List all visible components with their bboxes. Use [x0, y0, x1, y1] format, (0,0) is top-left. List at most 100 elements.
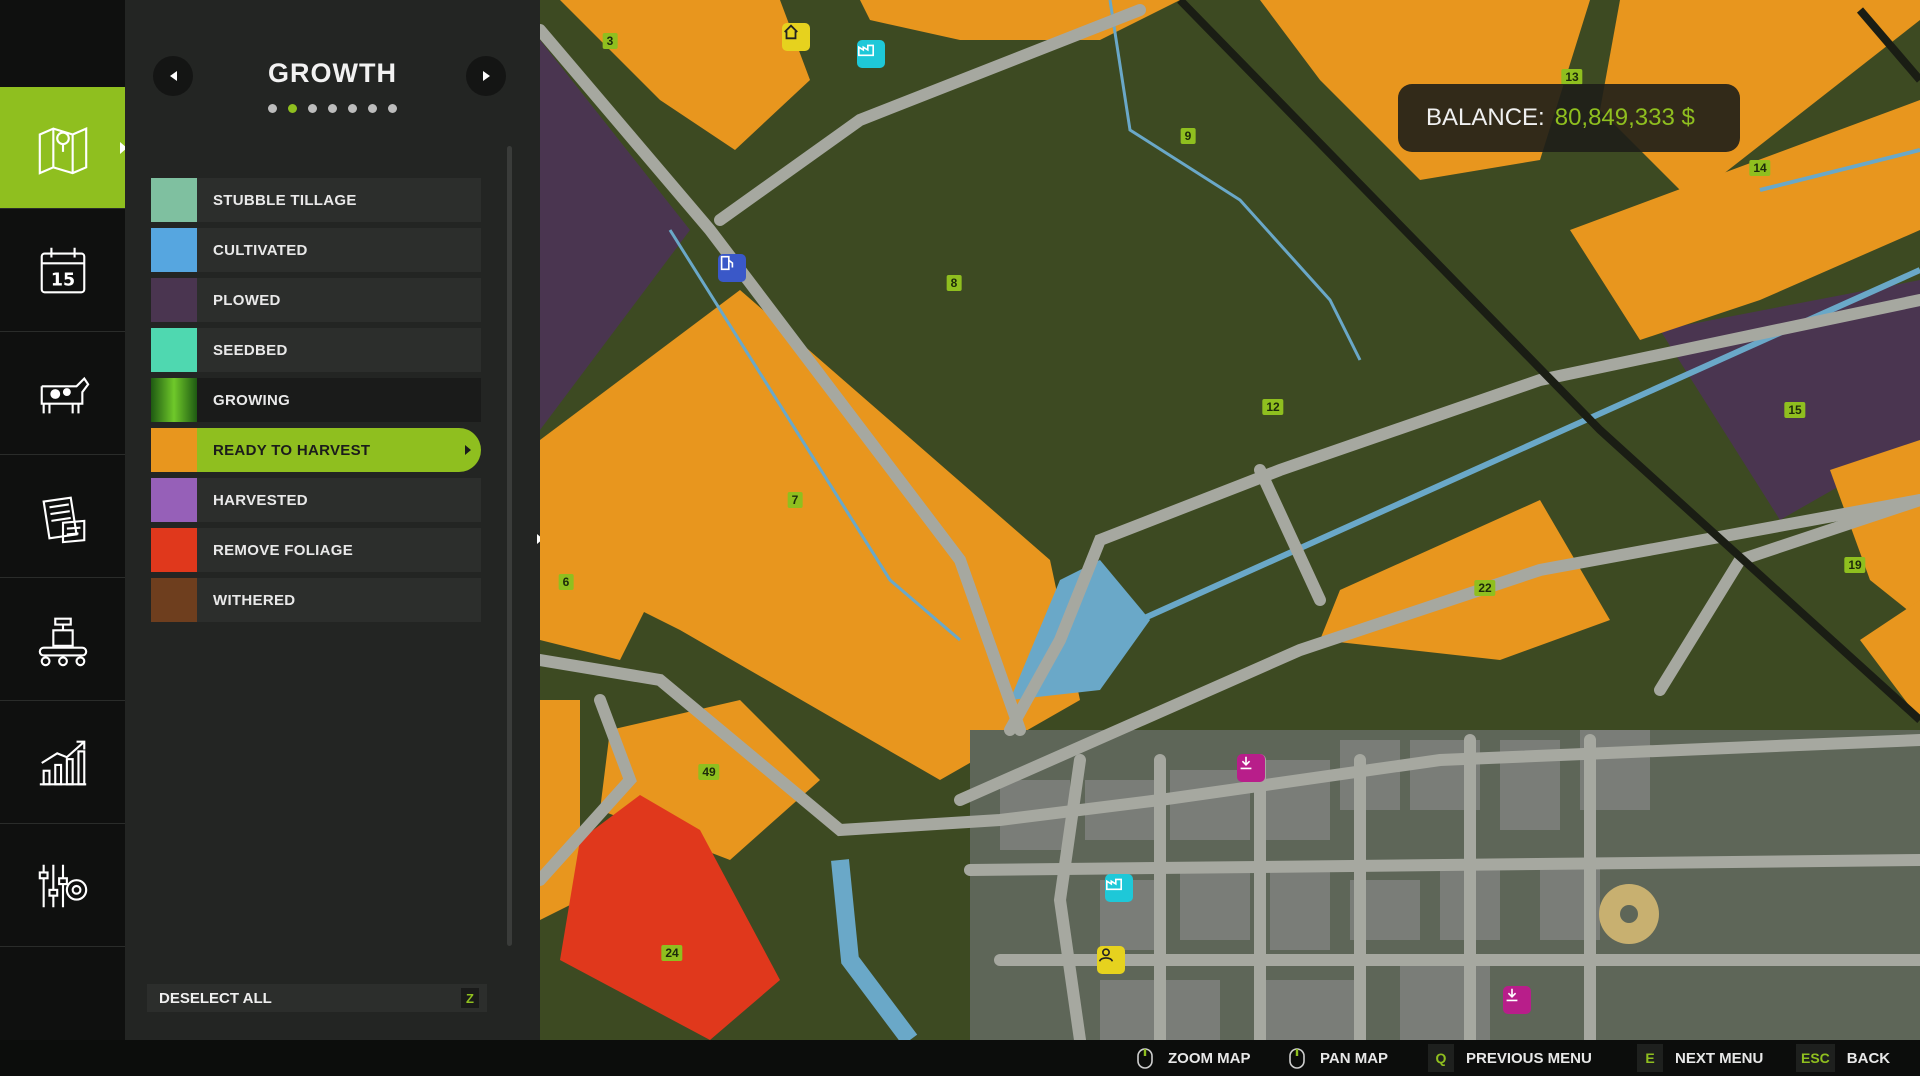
page-dot[interactable] [348, 104, 357, 113]
map-canvas[interactable] [540, 0, 1920, 1040]
legend-label: REMOVE FOLIAGE [213, 541, 354, 559]
legend-swatch [151, 478, 197, 522]
legend-swatch [151, 228, 197, 272]
field-number-label[interactable]: 14 [1749, 160, 1771, 176]
page-dot[interactable] [308, 104, 317, 113]
legend-label: PLOWED [213, 291, 281, 309]
legend-swatch [151, 278, 197, 322]
previous-menu-label: PREVIOUS MENU [1466, 1049, 1592, 1067]
download-icon [1506, 988, 1518, 1002]
legend-scrollbar[interactable] [507, 146, 512, 946]
factory-pin[interactable] [1105, 874, 1133, 902]
legend-item[interactable]: PLOWED [151, 278, 481, 322]
next-menu-label: NEXT MENU [1675, 1049, 1764, 1067]
zoom-map-hint[interactable]: ZOOM MAP [1134, 1040, 1251, 1076]
mouse-drag-icon [1289, 1048, 1305, 1069]
balance-label: BALANCE: [1426, 104, 1545, 131]
legend-item[interactable]: CULTIVATED [151, 228, 481, 272]
field-number-label[interactable]: 22 [1474, 580, 1496, 596]
person-icon [1098, 948, 1114, 962]
page-dot[interactable] [388, 104, 397, 113]
statistics-tab[interactable] [0, 702, 125, 824]
legend-label: HARVESTED [213, 491, 308, 509]
zoom-map-label: ZOOM MAP [1168, 1049, 1251, 1067]
legend-swatch [151, 578, 197, 622]
factory-pin[interactable] [857, 40, 885, 68]
legend-item[interactable]: GROWING [151, 378, 481, 422]
npc-pin[interactable] [1097, 946, 1125, 974]
field-number-label[interactable]: 3 [602, 33, 618, 49]
deselect-all-button[interactable]: DESELECT ALL Z [147, 984, 487, 1012]
sell-point-pin[interactable] [1503, 986, 1531, 1014]
page-dot[interactable] [288, 104, 297, 113]
arrow-right-icon [482, 71, 490, 81]
next-menu-hint[interactable]: E NEXT MENU [1637, 1040, 1763, 1076]
legend-item[interactable]: HARVESTED [151, 478, 481, 522]
map-view[interactable]: 3 13 9 14 8 12 15 7 19 6 22 49 24 [540, 0, 1920, 1040]
field-number-label[interactable]: 24 [661, 945, 683, 961]
previous-menu-hint[interactable]: Q PREVIOUS MENU [1428, 1040, 1592, 1076]
factory-icon [857, 44, 875, 57]
previous-menu-key: Q [1428, 1044, 1454, 1072]
download-icon [1240, 756, 1252, 770]
legend-label: READY TO HARVEST [213, 441, 371, 459]
factory-icon [1105, 878, 1123, 891]
map-tab[interactable] [0, 87, 127, 209]
fuel-pump-icon [720, 255, 734, 271]
legend-swatch [151, 328, 197, 372]
field-number-label[interactable]: 19 [1844, 557, 1866, 573]
field-number-label[interactable]: 9 [1180, 128, 1196, 144]
home-icon [784, 24, 798, 40]
settings-tab[interactable] [0, 825, 125, 947]
legend-swatch [151, 428, 197, 472]
statistics-icon [39, 740, 86, 785]
calendar-day: 15 [50, 270, 74, 290]
calendar-tab[interactable]: 15 [0, 210, 125, 332]
legend-label: GROWING [213, 391, 291, 409]
production-icon [38, 617, 87, 666]
legend-swatch [151, 378, 197, 422]
sell-point-pin[interactable] [1237, 754, 1265, 782]
field-number-label[interactable]: 49 [698, 764, 720, 780]
balance-box: BALANCE: 80,849,333 $ [1398, 84, 1740, 152]
legend-label: SEEDBED [213, 341, 288, 359]
contracts-icon [41, 495, 85, 543]
cow-icon [40, 376, 89, 413]
next-page-button[interactable] [466, 56, 506, 96]
legend-item[interactable]: READY TO HARVEST [151, 428, 481, 472]
contracts-tab[interactable] [0, 456, 125, 578]
back-key: ESC [1796, 1044, 1835, 1072]
page-dot[interactable] [268, 104, 277, 113]
legend-label: WITHERED [213, 591, 296, 609]
back-label: BACK [1846, 1049, 1891, 1067]
growth-legend: STUBBLE TILLAGE CULTIVATED PLOWED SEEDBED GR… [151, 178, 481, 628]
legend-item[interactable]: WITHERED [151, 578, 481, 622]
map-icon [38, 126, 87, 175]
back-hint[interactable]: ESC BACK [1796, 1040, 1890, 1076]
deselect-key: Z [461, 988, 479, 1008]
field-number-label[interactable]: 6 [558, 574, 574, 590]
animals-tab[interactable] [0, 333, 125, 455]
legend-item[interactable]: SEEDBED [151, 328, 481, 372]
field-number-label[interactable]: 8 [946, 275, 962, 291]
fuel-station-pin[interactable] [718, 254, 746, 282]
production-tab[interactable] [0, 579, 125, 701]
home-pin[interactable] [782, 23, 810, 51]
legend-swatch [151, 178, 197, 222]
pan-map-hint[interactable]: PAN MAP [1286, 1040, 1388, 1076]
menu-rail: 15 [0, 0, 127, 1040]
control-hints-bar: ZOOM MAP PAN MAP Q PREVIOUS MENU E NEXT … [0, 1040, 1920, 1076]
field-number-label[interactable]: 15 [1784, 402, 1806, 418]
field-number-label[interactable]: 12 [1262, 399, 1284, 415]
legend-label: STUBBLE TILLAGE [213, 191, 357, 209]
legend-swatch [151, 528, 197, 572]
legend-item[interactable]: REMOVE FOLIAGE [151, 528, 481, 572]
next-menu-key: E [1637, 1044, 1663, 1072]
field-number-label[interactable]: 7 [787, 492, 803, 508]
page-dot[interactable] [368, 104, 377, 113]
pan-map-label: PAN MAP [1320, 1049, 1389, 1067]
field-number-label[interactable]: 13 [1561, 69, 1583, 85]
mouse-wheel-icon [1137, 1048, 1153, 1069]
legend-item[interactable]: STUBBLE TILLAGE [151, 178, 481, 222]
page-dot[interactable] [328, 104, 337, 113]
